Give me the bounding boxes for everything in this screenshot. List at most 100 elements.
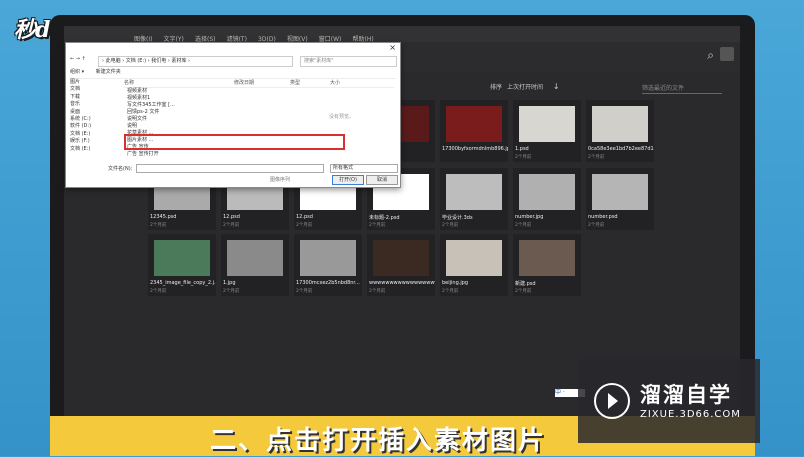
- filename-label: 文件名(N):: [108, 166, 133, 172]
- file-thumbnail: [154, 240, 210, 276]
- file-age: 2个月前: [515, 223, 532, 228]
- file-age: 2个月前: [442, 223, 459, 228]
- sort-direction-icon[interactable]: ↓: [553, 82, 560, 91]
- watermark-url: ZIXUE.3D66.COM: [640, 409, 741, 420]
- file-thumbnail: [519, 174, 575, 210]
- col-size[interactable]: 大小: [330, 79, 340, 87]
- file-age: 2个月前: [369, 223, 386, 228]
- organize-button[interactable]: 组织 ▾: [70, 69, 84, 75]
- file-name: beijing.jpg: [442, 280, 469, 286]
- caption-text: 二、点击打开插入素材图片: [210, 426, 547, 456]
- file-thumbnail: [373, 240, 429, 276]
- workspace-icon[interactable]: [720, 47, 734, 61]
- sort-control[interactable]: 排序 上次打开时间 ↓: [490, 82, 560, 91]
- no-preview-text: 没有预览。: [329, 114, 355, 120]
- file-age: 2个月前: [296, 223, 313, 228]
- file-thumbnail: [519, 106, 575, 142]
- file-tile[interactable]: 17300mcxez2b5nbd8nr... 2个月前: [294, 234, 362, 296]
- path-field[interactable]: › 此电脑 › 文档 (E:) › 我们电 › 素材库 ›: [98, 56, 293, 67]
- file-age: 2个月前: [223, 223, 240, 228]
- file-tile[interactable]: 0ca58e3ee1bd7b2ee87d1db57... 2个月前: [586, 100, 654, 162]
- file-age: 2个月前: [150, 223, 167, 228]
- sort-value[interactable]: 上次打开时间: [507, 84, 543, 91]
- play-icon: [594, 383, 630, 419]
- file-name: 12.psd: [223, 214, 240, 220]
- file-tile[interactable]: 1.jpg 2个月前: [221, 234, 289, 296]
- file-age: 2个月前: [588, 223, 605, 228]
- file-age: 2个月前: [369, 289, 386, 294]
- list-item[interactable]: 广告 宣传打开: [124, 151, 394, 158]
- new-folder-button[interactable]: 新建文件夹: [96, 69, 121, 75]
- file-thumbnail: [446, 240, 502, 276]
- address-bar: ← → ↑ › 此电脑 › 文档 (E:) › 我们电 › 素材库 › 搜索"素…: [70, 56, 397, 67]
- list-item[interactable]: 视频素材1: [124, 95, 394, 102]
- nav-item[interactable]: 软件 (D:): [70, 123, 120, 130]
- file-tile[interactable]: wwwwwwwwwwwwwwwwwww... 2个月前: [367, 234, 435, 296]
- filetype-select[interactable]: 所有格式: [330, 164, 398, 173]
- file-name: 2345_image_file_copy_2.j...: [150, 280, 216, 286]
- file-name: 1.jpg: [223, 280, 236, 286]
- file-list-header: 名称 修改日期 类型 大小: [124, 79, 394, 88]
- menu-bar: 图像(I) 文字(Y) 选择(S) 滤镜(T) 3D(D) 视图(V) 窗口(W…: [64, 26, 740, 43]
- file-thumbnail: [519, 240, 575, 276]
- open-file-dialog: × ← → ↑ › 此电脑 › 文档 (E:) › 我们电 › 素材库 › 搜索…: [65, 42, 401, 188]
- navigation-pane: 图片 文档 下载 音乐 桌面 系统 (C:) 软件 (D:) 文档 (E:) 娱…: [70, 79, 120, 163]
- nav-item[interactable]: 娱乐 (F:): [70, 138, 120, 145]
- file-tile[interactable]: 新建.psd 2个月前: [513, 234, 581, 296]
- file-tile[interactable]: number.psd 2个月前: [586, 168, 654, 230]
- file-name: 1.psd: [515, 146, 529, 152]
- list-item[interactable]: 说明: [124, 123, 394, 130]
- file-age: 2个月前: [515, 289, 532, 294]
- close-icon[interactable]: ×: [389, 43, 396, 52]
- file-thumbnail: [300, 240, 356, 276]
- file-name: 17300byfxormdnlmb896.jpg: [442, 146, 508, 152]
- col-name[interactable]: 名称: [124, 79, 234, 87]
- dialog-search-input[interactable]: 搜索"素材库": [300, 56, 397, 67]
- sort-label: 排序: [490, 84, 503, 91]
- file-tile[interactable]: 17300byfxormdnlmb896.jpg: [440, 100, 508, 162]
- dialog-titlebar: ×: [66, 43, 400, 55]
- file-tile[interactable]: 毕业设计.3ds 2个月前: [440, 168, 508, 230]
- file-list: 名称 修改日期 类型 大小 视频素材 视频素材1 写文件345工作室 [... 回馈p…: [124, 79, 394, 163]
- filter-recent-input[interactable]: 筛选最近的文件: [642, 83, 722, 94]
- nav-item[interactable]: 文档: [70, 86, 120, 93]
- nav-item[interactable]: 桌面: [70, 109, 120, 116]
- nav-item[interactable]: 音乐: [70, 101, 120, 108]
- file-tile[interactable]: number.jpg 2个月前: [513, 168, 581, 230]
- back-icon[interactable]: ← → ↑: [70, 56, 86, 62]
- col-type[interactable]: 类型: [290, 79, 330, 87]
- file-tile[interactable]: 2345_image_file_copy_2.j... 2个月前: [148, 234, 216, 296]
- file-age: 2个月前: [223, 289, 240, 294]
- dialog-footer: 文件名(N): 所有格式 图像序列 打开(O) 取消: [70, 164, 398, 186]
- watermark: 溜溜自学 ZIXUE.3D66.COM: [578, 359, 760, 443]
- file-name: number.jpg: [515, 214, 544, 220]
- file-name: 12345.psd: [150, 214, 177, 220]
- list-item[interactable]: 视频素材: [124, 88, 394, 95]
- file-tile[interactable]: 1.psd 2个月前: [513, 100, 581, 162]
- file-thumbnail: [446, 174, 502, 210]
- search-icon[interactable]: ⌕: [707, 48, 714, 63]
- file-thumbnail: [227, 240, 283, 276]
- cancel-button[interactable]: 取消: [366, 175, 398, 185]
- file-age: 2个月前: [442, 289, 459, 294]
- file-age: 2个月前: [296, 289, 313, 294]
- file-age: 2个月前: [515, 155, 532, 160]
- file-thumbnail: [592, 174, 648, 210]
- file-name: 毕业设计.3ds: [442, 215, 473, 221]
- nav-item[interactable]: 文档 (E:): [70, 146, 120, 153]
- image-sequence-checkbox[interactable]: 图像序列: [270, 176, 290, 183]
- file-name: wwwwwwwwwwwwwwwwwww...: [369, 280, 435, 286]
- file-tile[interactable]: beijing.jpg 2个月前: [440, 234, 508, 296]
- file-age: 2个月前: [588, 155, 605, 160]
- file-name: 新建.psd: [515, 281, 536, 287]
- file-age: 2个月前: [150, 289, 167, 294]
- col-date[interactable]: 修改日期: [234, 79, 290, 87]
- file-name: 17300mcxez2b5nbd8nr...: [296, 280, 360, 286]
- file-thumbnail: [446, 106, 502, 142]
- open-button[interactable]: 打开(O): [332, 175, 364, 185]
- watermark-title: 溜溜自学: [640, 383, 732, 407]
- selection-highlight: [124, 134, 345, 150]
- list-item[interactable]: 写文件345工作室 [...: [124, 102, 394, 109]
- filename-input[interactable]: [136, 164, 324, 173]
- file-name: number.psd: [588, 214, 618, 220]
